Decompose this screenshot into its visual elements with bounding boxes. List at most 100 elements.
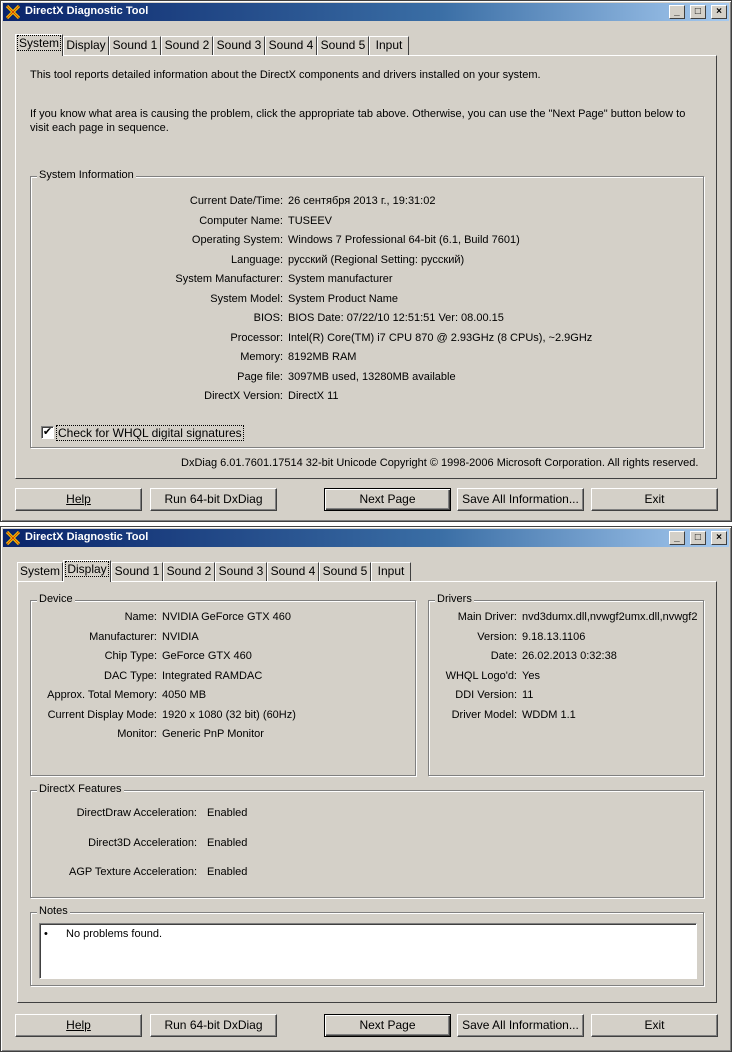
window-title: DirectX Diagnostic Tool [25, 5, 149, 17]
tab-sound-3[interactable]: Sound 3 [215, 562, 267, 581]
tab-sound-1[interactable]: Sound 1 [111, 562, 163, 581]
info-label: Main Driver: [457, 611, 517, 623]
info-label: WHQL Logo'd: [445, 669, 517, 682]
save-all-information-button[interactable]: Save All Information... [457, 1014, 584, 1037]
info-label: System Model: [210, 292, 283, 305]
group-title: Drivers [435, 593, 474, 605]
info-value: NVIDIA GeForce GTX 460 [162, 611, 291, 623]
info-label: Memory: [240, 351, 283, 363]
tab-sound-2[interactable]: Sound 2 [163, 562, 215, 581]
window-titlebar[interactable]: DirectX Diagnostic Tool _ □ × [3, 3, 729, 21]
group-title: Notes [37, 905, 70, 917]
directx-features-group: DirectX Features DirectDraw Acceleration… [30, 783, 704, 898]
intro-text: This tool reports detailed information a… [30, 69, 541, 81]
next-page-button[interactable]: Next Page [324, 488, 451, 511]
system-information-group: System Information Current Date/Time: 26 … [30, 169, 704, 448]
info-label: Operating System: [191, 234, 283, 246]
tab-display[interactable]: Display [63, 560, 111, 582]
info-value: 4050 MB [162, 689, 207, 701]
info-label: System Manufacturer: [175, 273, 283, 285]
info-label: Computer Name: [199, 214, 283, 227]
help-button[interactable]: Help [15, 1014, 142, 1037]
exit-button[interactable]: Exit [591, 1014, 718, 1037]
info-value: Enabled [207, 866, 248, 878]
notes-box[interactable]: • No problems found. [39, 923, 697, 979]
info-value: русский (Regional Setting: русский) [288, 253, 465, 266]
save-all-information-button[interactable]: Save All Information... [457, 488, 584, 511]
info-value: System manufacturer [288, 273, 393, 285]
info-label: Chip Type: [104, 650, 157, 662]
tab-input[interactable]: Input [369, 36, 409, 55]
info-label: Manufacturer: [89, 630, 157, 643]
info-label: DirectX Version: [204, 390, 283, 402]
whql-checkbox-label[interactable]: Check for WHQL digital signatures [56, 425, 244, 441]
device-group: Device Name: NVIDIA GeForce GTX 460 Manufa… [30, 593, 416, 776]
exit-button[interactable]: Exit [591, 488, 718, 511]
run-64bit-dxdiag-button[interactable]: Run 64-bit DxDiag [150, 1014, 277, 1037]
info-value: System Product Name [288, 292, 399, 305]
dxdiag-x-icon [6, 5, 20, 19]
tab-sound-1[interactable]: Sound 1 [109, 36, 161, 55]
tab-sound-4[interactable]: Sound 4 [267, 562, 319, 581]
minimize-button[interactable]: _ [668, 531, 685, 545]
tab-input[interactable]: Input [371, 562, 411, 581]
tab-display[interactable]: Display [63, 36, 109, 55]
info-label: Driver Model: [451, 708, 517, 721]
info-value: BIOS Date: 07/22/10 12:51:51 Ver: 08.00.… [288, 312, 504, 324]
close-button[interactable]: × [711, 531, 727, 545]
drivers-group: Drivers Main Driver: nvd3dumx.dll,nvwgf2u… [428, 593, 704, 776]
info-value: 9.18.13.1106 [522, 630, 586, 643]
info-value: NVIDIA [162, 630, 199, 643]
info-label: DirectDraw Acceleration: [76, 807, 197, 819]
maximize-button[interactable]: □ [689, 5, 706, 19]
run-64bit-dxdiag-button[interactable]: Run 64-bit DxDiag [150, 488, 277, 511]
tab-sound-4[interactable]: Sound 4 [265, 36, 317, 55]
info-label: Date: [490, 650, 517, 662]
info-value: GeForce GTX 460 [162, 650, 252, 662]
system-tab-panel: This tool reports detailed information a… [15, 55, 717, 479]
info-label: Version: [477, 630, 517, 643]
info-value: 1920 x 1080 (32 bit) (60Hz) [162, 708, 296, 721]
display-tab-panel: Device Name: NVIDIA GeForce GTX 460 Manufa… [17, 581, 717, 1003]
dxdiag-x-icon [6, 531, 20, 545]
help-button-label: Help [66, 1018, 91, 1032]
tab-sound-5[interactable]: Sound 5 [319, 562, 371, 581]
info-label: DDI Version: [455, 689, 517, 701]
copyright-footer: DxDiag 6.01.7601.17514 32-bit Unicode Co… [181, 457, 699, 469]
minimize-button[interactable]: _ [668, 5, 685, 19]
info-label: AGP Texture Acceleration: [69, 866, 197, 878]
tab-system[interactable]: System [15, 34, 63, 56]
tab-sound-5[interactable]: Sound 5 [317, 36, 369, 55]
info-label: Current Display Mode: [47, 708, 157, 721]
close-button[interactable]: × [711, 5, 727, 19]
intro-text-line-2: If you know what area is causing the pro… [30, 108, 686, 120]
info-label: Name: [124, 611, 157, 623]
info-value: 26 сентября 2013 г., 19:31:02 [288, 195, 436, 207]
info-value: 8192MB RAM [288, 351, 357, 363]
window-titlebar[interactable]: DirectX Diagnostic Tool _ □ × [3, 529, 729, 547]
group-title: System Information [37, 169, 136, 181]
group-title: DirectX Features [37, 783, 124, 795]
info-value: 26.02.2013 0:32:38 [522, 650, 617, 662]
tab-system[interactable]: System [17, 562, 63, 581]
help-button[interactable]: Help [15, 488, 142, 511]
info-value: Enabled [207, 807, 248, 819]
info-label: DAC Type: [104, 669, 157, 682]
info-value: DirectX 11 [288, 390, 339, 402]
dxdiag-window-display: DirectX Diagnostic Tool _ □ × System Dis… [0, 526, 732, 1052]
tab-sound-2[interactable]: Sound 2 [161, 36, 213, 55]
info-value: TUSEEV [288, 214, 333, 227]
info-label: Page file: [237, 370, 283, 383]
info-label: Approx. Total Memory: [47, 689, 157, 701]
notes-group: Notes • No problems found. [30, 905, 704, 986]
help-button-label: Help [66, 492, 91, 506]
info-label: BIOS: [253, 312, 283, 324]
tab-sound-3[interactable]: Sound 3 [213, 36, 265, 55]
whql-checkbox[interactable]: ✔ [41, 426, 54, 439]
notes-item: No problems found. [66, 928, 162, 940]
dxdiag-window-system: DirectX Diagnostic Tool _ □ × System Dis… [0, 0, 732, 522]
next-page-button[interactable]: Next Page [324, 1014, 451, 1037]
info-label: Direct3D Acceleration: [88, 836, 197, 849]
info-label: Monitor: [117, 728, 157, 740]
maximize-button[interactable]: □ [689, 531, 706, 545]
